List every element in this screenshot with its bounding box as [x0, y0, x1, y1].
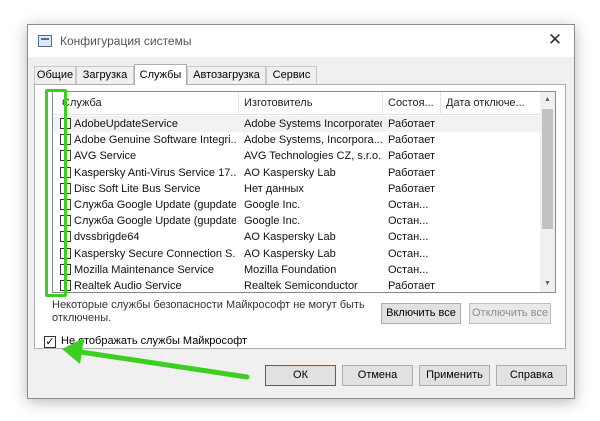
- annotation-arrow-icon: [62, 338, 250, 380]
- tab-services[interactable]: Службы: [134, 64, 187, 85]
